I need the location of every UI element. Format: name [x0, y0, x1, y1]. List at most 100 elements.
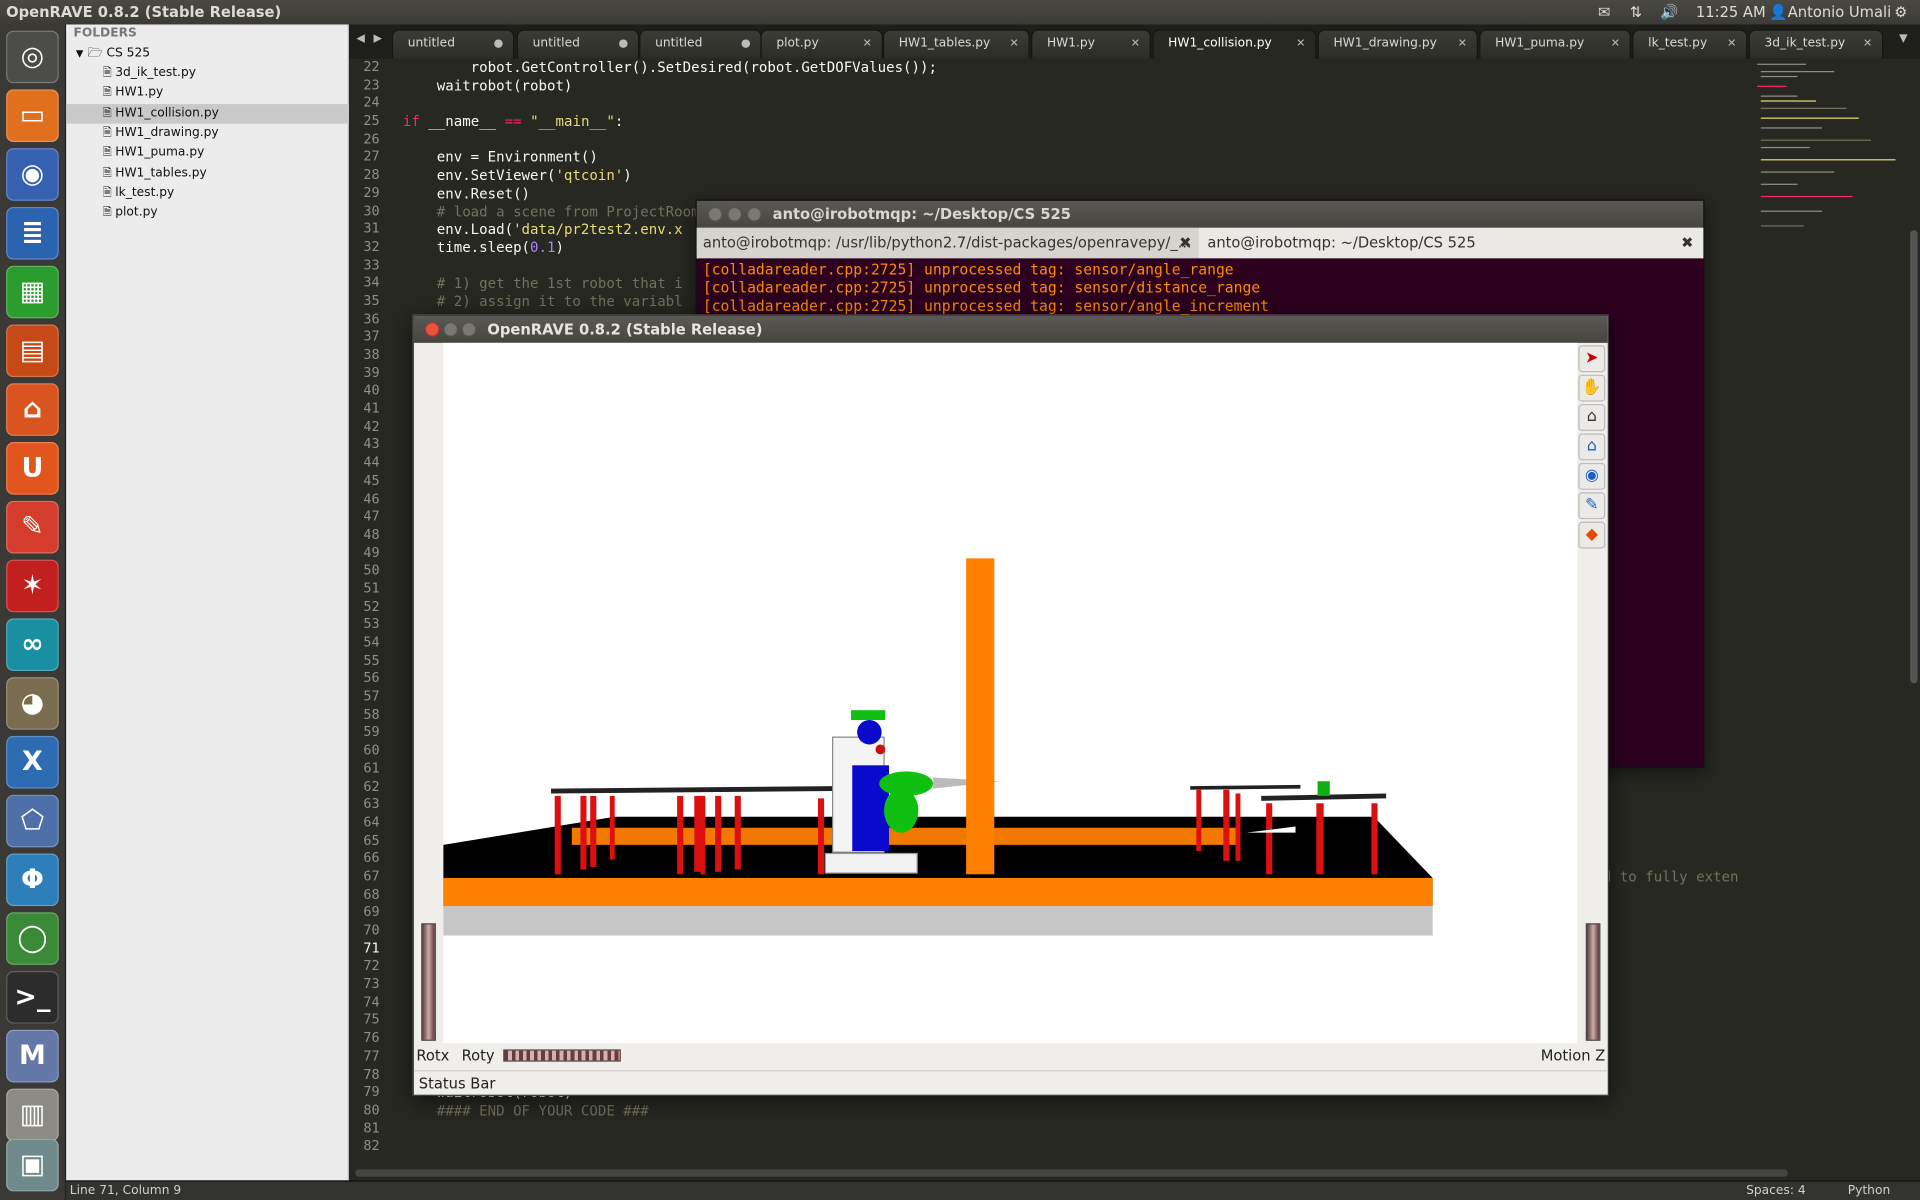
editor-tab[interactable]: HW1_tables.py ✕	[882, 29, 1030, 59]
sidebar-file-item[interactable]: 🗎 HW1_puma.py	[66, 143, 349, 163]
close-icon[interactable]	[424, 322, 440, 337]
spiderweb-icon[interactable]: ✶	[6, 559, 59, 613]
syntax-setting[interactable]: Python	[1848, 1182, 1890, 1200]
geogebra-icon[interactable]: ⬠	[6, 794, 59, 848]
terminal-tab-2[interactable]: anto@irobotmqp: ~/Desktop/CS 525 ✖	[1198, 227, 1704, 259]
software-center-icon[interactable]: ⌂	[6, 383, 59, 436]
hand-icon[interactable]: ✋	[1578, 374, 1606, 402]
close-icon[interactable]: ✕	[1458, 31, 1467, 58]
network-icon[interactable]: ⇅	[1630, 0, 1642, 24]
3d-viewport[interactable]	[443, 342, 1578, 1044]
unsaved-dot-icon[interactable]: ●	[494, 31, 504, 58]
view-all-icon[interactable]: ⌂	[1578, 433, 1606, 461]
qt-creator-icon[interactable]: Φ	[6, 853, 59, 907]
folder-cs525[interactable]: ▼ 🗁 CS 525	[66, 44, 349, 64]
gear-icon[interactable]: ⚙	[1894, 0, 1907, 24]
editor-tab[interactable]: HW1.py ✕	[1031, 29, 1152, 59]
calc-icon[interactable]: ▦	[6, 265, 59, 319]
home-icon[interactable]: ⌂	[1578, 404, 1606, 432]
sidebar-file-label: plot.py	[115, 205, 158, 220]
line-number: 47	[363, 508, 380, 525]
rotx-wheel[interactable]	[421, 923, 436, 1041]
editor-tab[interactable]: HW1_puma.py ✕	[1479, 29, 1632, 59]
sidebar-file-item[interactable]: 🗎 plot.py	[66, 203, 349, 223]
files-icon[interactable]: ▭	[6, 89, 59, 143]
editor-tab[interactable]: HW1_drawing.py ✕	[1317, 29, 1478, 59]
lyx-icon[interactable]: X	[6, 735, 59, 789]
code-line: env.SetViewer('qtcoin')	[402, 166, 632, 184]
eye-icon[interactable]: ◉	[1578, 462, 1606, 490]
user-icon[interactable]: 👤	[1769, 0, 1787, 24]
close-icon[interactable]: ✕	[1727, 31, 1736, 58]
clock[interactable]: 11:25 AM	[1696, 0, 1766, 24]
maximize-icon[interactable]	[461, 322, 477, 337]
folders-header: FOLDERS	[73, 26, 137, 41]
editor-tab[interactable]: plot.py ✕	[760, 29, 883, 59]
unsaved-dot-icon[interactable]: ●	[741, 31, 751, 58]
maximize-icon[interactable]	[746, 206, 762, 222]
sidebar-file-item[interactable]: 🗎 lk_test.py	[66, 183, 349, 203]
tab-overflow-icon[interactable]: ▼	[1899, 33, 1907, 45]
terminal-tab-1[interactable]: anto@irobotmqp: /usr/lib/python2.7/dist-…	[696, 227, 1199, 259]
gimp-icon[interactable]: ◕	[6, 677, 59, 730]
close-icon[interactable]: ✕	[1611, 31, 1620, 58]
openrave-title: OpenRAVE 0.8.2 (Stable Release)	[487, 320, 763, 338]
line-number: 24	[363, 94, 380, 111]
tab-scroll-left-icon[interactable]: ◀	[356, 33, 364, 45]
editor-tab[interactable]: 3d_ik_test.py ✕	[1748, 29, 1884, 59]
close-icon[interactable]: ✕	[1863, 31, 1872, 58]
tab-label: plot.py	[776, 36, 819, 51]
close-icon[interactable]	[707, 206, 723, 222]
minimize-icon[interactable]	[727, 206, 743, 222]
tab-label: HW1_tables.py	[898, 36, 991, 51]
line-number: 63	[363, 796, 380, 813]
color-icon[interactable]: ◆	[1578, 521, 1606, 549]
user-name[interactable]: Antonio Umali	[1788, 0, 1891, 24]
line-number: 50	[363, 562, 380, 579]
maple-icon[interactable]: M	[6, 1029, 59, 1083]
sidebar-file-item[interactable]: 🗎 3d_ik_test.py	[66, 64, 349, 84]
mail-icon[interactable]: ✉	[1598, 0, 1610, 24]
close-icon[interactable]: ✕	[863, 31, 872, 58]
tab-scroll-right-icon[interactable]: ▶	[373, 33, 381, 45]
close-icon[interactable]: ✖	[1681, 228, 1693, 259]
terminal-icon[interactable]: >_	[6, 971, 59, 1024]
volume-icon[interactable]: 🔊	[1660, 0, 1678, 24]
line-number: 57	[363, 688, 380, 705]
sidebar-file-item[interactable]: 🗎 HW1_collision.py	[66, 103, 349, 124]
roty-wheel[interactable]	[503, 1049, 621, 1062]
close-icon[interactable]: ✕	[1010, 31, 1019, 58]
editor-tab[interactable]: untitled ●	[391, 29, 515, 59]
workspace-switcher-icon[interactable]: ▥	[6, 1088, 59, 1142]
close-icon[interactable]: ✕	[1131, 31, 1140, 58]
ring-app-icon[interactable]: ◯	[6, 912, 59, 965]
horizontal-scrollbar[interactable]	[348, 1165, 1920, 1181]
ubuntu-one-icon[interactable]: U	[6, 442, 59, 495]
minimize-icon[interactable]	[443, 322, 458, 337]
minimap[interactable]	[1751, 58, 1908, 1166]
writer-icon[interactable]: ≣	[6, 206, 59, 260]
close-icon[interactable]: ✕	[1296, 31, 1305, 58]
editor-tab[interactable]: HW1_collision.py ✕	[1152, 29, 1317, 59]
editor-tab[interactable]: untitled ●	[516, 29, 640, 59]
editor-tab[interactable]: lk_test.py ✕	[1632, 29, 1748, 59]
arduino-icon[interactable]: ∞	[6, 618, 59, 672]
editor-tab[interactable]: untitled ●	[639, 29, 762, 59]
trash-icon[interactable]: ▣	[6, 1138, 59, 1192]
select-arrow-icon[interactable]: ➤	[1578, 345, 1606, 373]
sidebar-file-item[interactable]: 🗎 HW1_drawing.py	[66, 124, 349, 144]
impress-icon[interactable]: ▤	[6, 324, 59, 378]
sidebar-file-label: HW1_collision.py	[115, 106, 219, 120]
editor-status-bar: Line 71, Column 9 Spaces: 4 Python	[66, 1180, 1920, 1200]
system-settings-icon[interactable]: ✎	[6, 500, 59, 554]
indentation-setting[interactable]: Spaces: 4	[1746, 1182, 1806, 1200]
dash-home-icon[interactable]: ◎	[6, 30, 59, 84]
close-icon[interactable]: ✖	[1179, 228, 1191, 259]
motion-z-wheel[interactable]	[1585, 923, 1601, 1041]
sidebar-file-item[interactable]: 🗎 HW1_tables.py	[66, 163, 349, 183]
sidebar-file-item[interactable]: 🗎 HW1.py	[66, 84, 349, 104]
firefox-icon[interactable]: ◉	[6, 148, 59, 201]
flashlight-icon[interactable]: ✎	[1578, 492, 1606, 520]
unsaved-dot-icon[interactable]: ●	[619, 31, 629, 58]
vertical-scrollbar[interactable]	[1907, 58, 1920, 1166]
